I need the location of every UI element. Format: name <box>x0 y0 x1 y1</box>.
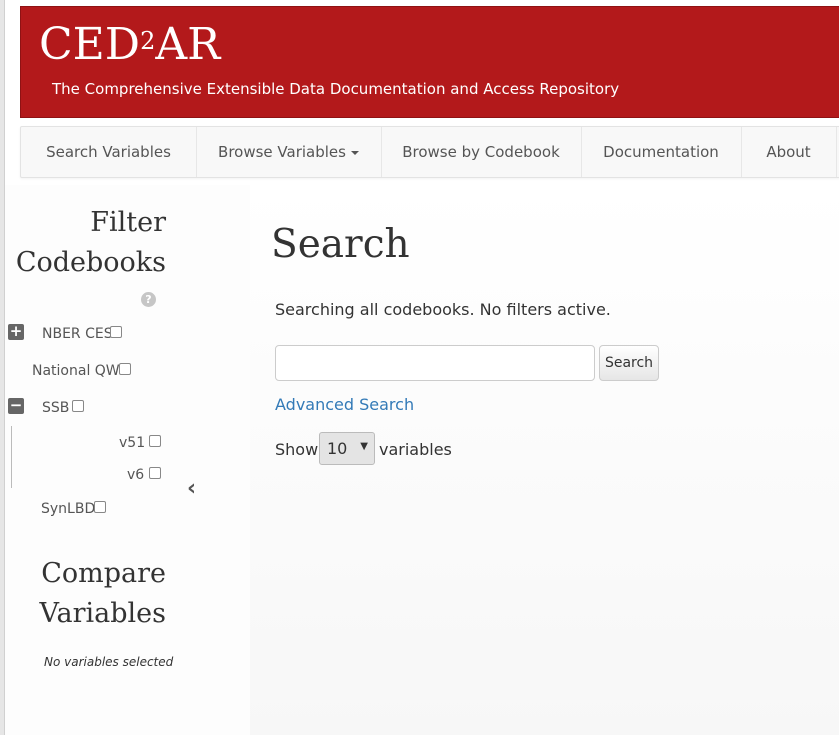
checkbox-v6[interactable] <box>149 467 161 479</box>
variables-label: variables <box>379 440 452 459</box>
nav-label: Documentation <box>603 143 719 161</box>
per-page-select[interactable]: 10 ▼ <box>319 432 375 465</box>
advanced-search-link[interactable]: Advanced Search <box>275 395 414 414</box>
codebook-label-synlbd: SynLBD <box>41 501 96 517</box>
checkbox-national-qwi[interactable] <box>119 363 131 375</box>
page-title: Search <box>271 222 410 267</box>
main-navbar: Search Variables Browse Variables Browse… <box>20 126 839 178</box>
codebook-label-nber-ces: NBER CES <box>42 326 113 342</box>
nav-about[interactable]: About <box>741 127 837 177</box>
collapse-sidebar-chevron-icon[interactable]: ‹ <box>187 476 196 501</box>
per-page-value: 10 <box>327 439 348 458</box>
compare-title-line2: Variables <box>39 598 166 629</box>
tree-connector <box>11 426 12 488</box>
codebook-label-ssb: SSB <box>42 400 70 416</box>
codebook-label-v6: v6 <box>127 467 145 483</box>
nav-label: About <box>766 143 811 161</box>
logo-superscript: 2 <box>140 27 156 55</box>
codebook-label-national-qwi: National QWI <box>32 363 124 379</box>
no-variables-selected: No variables selected <box>44 655 174 669</box>
filter-status-text: Searching all codebooks. No filters acti… <box>275 300 611 319</box>
select-arrow-icon: ▼ <box>360 441 368 452</box>
nav-documentation[interactable]: Documentation <box>581 127 742 177</box>
filter-title-line1: Filter <box>90 207 166 238</box>
nav-label: Search Variables <box>46 143 171 161</box>
checkbox-ssb[interactable] <box>72 400 84 412</box>
search-button[interactable]: Search <box>599 345 659 381</box>
site-tagline: The Comprehensive Extensible Data Docume… <box>52 80 620 98</box>
logo-text: CED <box>39 19 141 70</box>
logo-text-tail: AR <box>155 19 221 70</box>
nav-label: Browse Variables <box>218 143 346 161</box>
search-input[interactable] <box>275 345 595 381</box>
expand-nber-ces-icon[interactable]: + <box>8 324 24 340</box>
nav-browse-by-codebook[interactable]: Browse by Codebook <box>381 127 582 177</box>
checkbox-synlbd[interactable] <box>94 501 106 513</box>
nav-browse-variables-dropdown[interactable]: Browse Variables <box>196 127 382 177</box>
nav-search-variables[interactable]: Search Variables <box>21 127 197 177</box>
compare-title-line1: Compare <box>41 558 166 589</box>
caret-down-icon <box>350 150 359 155</box>
nav-label: Browse by Codebook <box>402 143 560 161</box>
codebook-label-v51: v51 <box>119 435 146 451</box>
help-icon[interactable]: ? <box>141 292 156 307</box>
filter-title-line2: Codebooks <box>15 247 166 278</box>
checkbox-v51[interactable] <box>149 435 161 447</box>
collapse-ssb-icon[interactable]: − <box>8 398 24 414</box>
checkbox-nber-ces[interactable] <box>110 326 122 338</box>
site-header: CED2AR The Comprehensive Extensible Data… <box>20 6 839 118</box>
site-logo[interactable]: CED2AR <box>39 17 220 73</box>
show-label: Show <box>275 440 319 459</box>
